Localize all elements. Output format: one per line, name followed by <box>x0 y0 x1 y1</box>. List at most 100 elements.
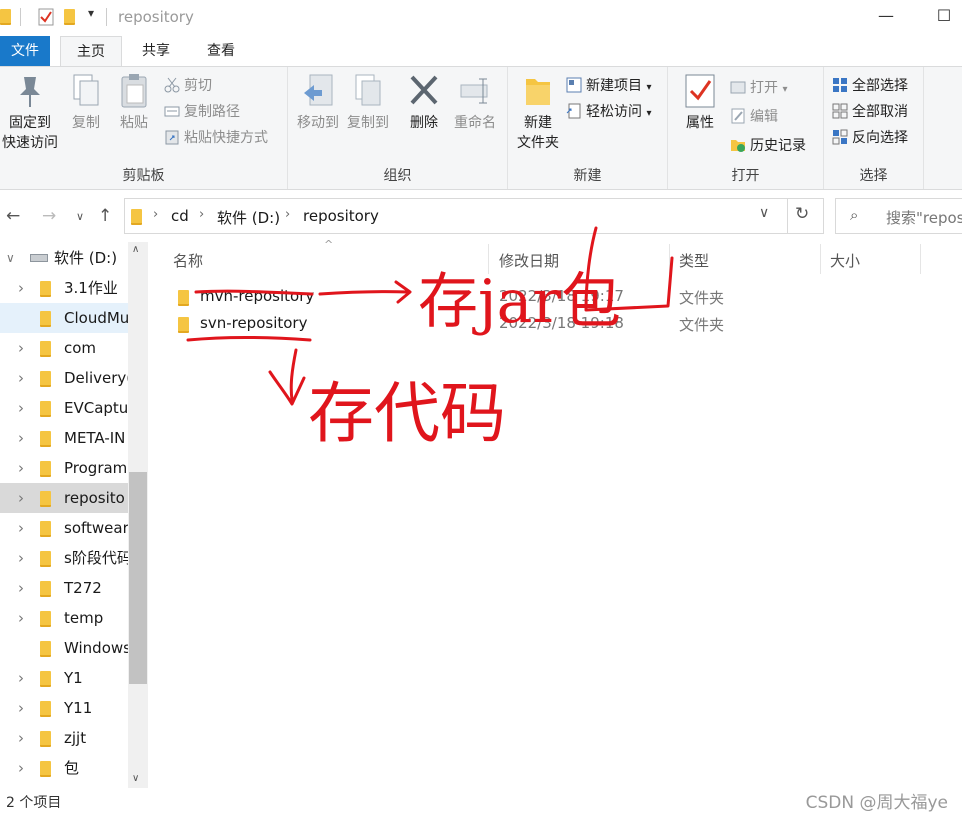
sidebar-item[interactable]: › reposito <box>0 483 128 513</box>
breadcrumb-repository[interactable]: repository <box>303 207 379 225</box>
chevron-right-icon[interactable]: › <box>18 723 24 753</box>
refresh-icon[interactable]: ↻ <box>795 204 809 224</box>
chevron-right-icon[interactable]: › <box>18 393 24 423</box>
pin-to-quick-access-button[interactable]: 固定到 快速访问 <box>0 73 60 153</box>
column-header-size[interactable]: 大小 <box>830 250 860 271</box>
chevron-right-icon[interactable]: › <box>18 693 24 723</box>
properties-button[interactable]: 属性 <box>678 73 722 133</box>
sidebar-item[interactable]: › 3.1作业 <box>0 273 128 303</box>
minimize-button[interactable]: — <box>876 6 896 26</box>
sidebar-item[interactable]: › softwear <box>0 513 128 543</box>
sidebar-item[interactable]: › Delivery( <box>0 363 128 393</box>
recent-locations-chevron-icon[interactable]: ∨ <box>76 210 84 223</box>
group-label-organize: 组织 <box>383 168 412 184</box>
chevron-right-icon[interactable]: › <box>18 543 24 573</box>
sidebar-item[interactable]: › 包 <box>0 753 128 783</box>
chevron-right-icon[interactable]: › <box>18 753 24 783</box>
folder-icon <box>40 431 51 447</box>
chevron-right-icon[interactable]: › <box>18 573 24 603</box>
new-folder-icon <box>522 73 554 109</box>
search-box[interactable]: ⌕ 搜索"repos <box>835 198 962 234</box>
open-button[interactable]: 打开 ▾ <box>730 77 787 99</box>
history-button[interactable]: 历史记录 <box>730 135 806 157</box>
new-folder-button[interactable]: 新建 文件夹 <box>512 73 564 153</box>
sidebar-item[interactable]: › temp <box>0 603 128 633</box>
file-row[interactable]: svn-repository 2022/3/18 19:18 文件夹 <box>168 311 728 337</box>
chevron-right-icon[interactable]: › <box>18 483 24 513</box>
column-divider[interactable] <box>820 244 821 274</box>
drive-icon <box>30 254 48 262</box>
sidebar-item[interactable]: › s阶段代码 <box>0 543 128 573</box>
tab-file[interactable]: 文件 <box>0 36 50 66</box>
sidebar-item[interactable]: › META-IN <box>0 423 128 453</box>
select-all-button[interactable]: 全部选择 <box>832 75 908 97</box>
paste-shortcut-button[interactable]: 粘贴快捷方式 <box>164 127 268 149</box>
breadcrumb-cd[interactable]: cd <box>171 207 189 225</box>
column-header-modified[interactable]: 修改日期 <box>499 250 559 271</box>
delete-x-icon <box>408 73 440 109</box>
file-row[interactable]: mvn-repository 2022/3/18 19:17 文件夹 <box>168 284 728 310</box>
paste-button[interactable]: 粘贴 <box>112 73 156 133</box>
separator <box>787 198 788 234</box>
sidebar-scrollbar-thumb[interactable] <box>129 472 147 684</box>
forward-arrow-icon[interactable]: → <box>42 206 56 226</box>
invert-selection-button[interactable]: 反向选择 <box>832 127 908 149</box>
sidebar-item[interactable]: › Program <box>0 453 128 483</box>
column-divider[interactable] <box>920 244 921 274</box>
chevron-right-icon[interactable]: › <box>18 423 24 453</box>
easy-access-button[interactable]: 轻松访问 ▾ <box>566 101 651 123</box>
folder-icon <box>40 551 51 567</box>
chevron-right-icon[interactable]: › <box>18 363 24 393</box>
chevron-right-icon[interactable]: › <box>18 453 24 483</box>
copy-to-icon <box>352 73 384 109</box>
sidebar-item[interactable]: CloudMu <box>0 303 128 333</box>
chevron-down-icon[interactable]: ∨ <box>6 243 15 273</box>
tab-home[interactable]: 主页 <box>60 36 122 67</box>
tab-share[interactable]: 共享 <box>132 36 180 66</box>
scroll-up-icon[interactable]: ∧ <box>132 244 139 255</box>
sidebar-item[interactable]: › EVCaptu <box>0 393 128 423</box>
separator <box>20 8 21 26</box>
chevron-right-icon[interactable]: › <box>18 513 24 543</box>
column-header-type[interactable]: 类型 <box>679 250 709 271</box>
sidebar-item[interactable]: › Y1 <box>0 663 128 693</box>
copy-path-button[interactable]: 复制路径 <box>164 101 240 123</box>
select-none-label: 全部取消 <box>852 104 908 120</box>
copy-to-button[interactable]: 复制到 <box>344 73 392 133</box>
chevron-right-icon[interactable]: › <box>18 333 24 363</box>
new-item-button[interactable]: 新建项目 ▾ <box>566 75 651 97</box>
cut-button[interactable]: 剪切 <box>164 75 212 97</box>
sidebar-item[interactable]: › com <box>0 333 128 363</box>
breadcrumb-drive[interactable]: 软件 (D:) <box>217 207 280 228</box>
sidebar-item[interactable]: › T272 <box>0 573 128 603</box>
address-dropdown-icon[interactable]: ∨ <box>759 205 769 221</box>
chevron-right-icon[interactable]: › <box>18 663 24 693</box>
maximize-button[interactable]: ☐ <box>934 6 954 26</box>
chevron-right-icon: › <box>199 207 205 222</box>
move-to-button[interactable]: 移动到 <box>294 73 342 133</box>
copy-button[interactable]: 复制 <box>64 73 108 133</box>
rename-button[interactable]: 重命名 <box>450 73 500 133</box>
customize-quick-access-icon[interactable]: ▾ <box>88 6 94 20</box>
column-divider[interactable] <box>488 244 489 274</box>
select-none-button[interactable]: 全部取消 <box>832 101 908 123</box>
column-header-name[interactable]: 名称 <box>173 250 203 271</box>
back-arrow-icon[interactable]: ← <box>6 206 20 226</box>
sidebar-item-drive[interactable]: ∨ 软件 (D:) <box>0 243 128 273</box>
up-arrow-icon[interactable]: ↑ <box>98 206 112 226</box>
history-label: 历史记录 <box>750 138 806 154</box>
chevron-right-icon[interactable]: › <box>18 273 24 303</box>
sidebar-item[interactable]: Windows <box>0 633 128 663</box>
address-bar[interactable]: › cd › 软件 (D:) › repository ∨ ↻ <box>124 198 824 234</box>
column-divider[interactable] <box>669 244 670 274</box>
sidebar-item[interactable]: › zjjt <box>0 723 128 753</box>
chevron-right-icon[interactable]: › <box>18 603 24 633</box>
delete-button[interactable]: 删除 <box>404 73 444 133</box>
scroll-down-icon[interactable]: ∨ <box>132 773 139 784</box>
new-folder-quick-icon[interactable] <box>64 9 75 25</box>
group-organize: 移动到 复制到 删除 重命名 组织 <box>288 67 508 189</box>
edit-button[interactable]: 编辑 <box>730 106 778 128</box>
sidebar-item[interactable]: › Y11 <box>0 693 128 723</box>
properties-quick-icon[interactable] <box>38 8 54 30</box>
tab-view[interactable]: 查看 <box>196 36 246 66</box>
